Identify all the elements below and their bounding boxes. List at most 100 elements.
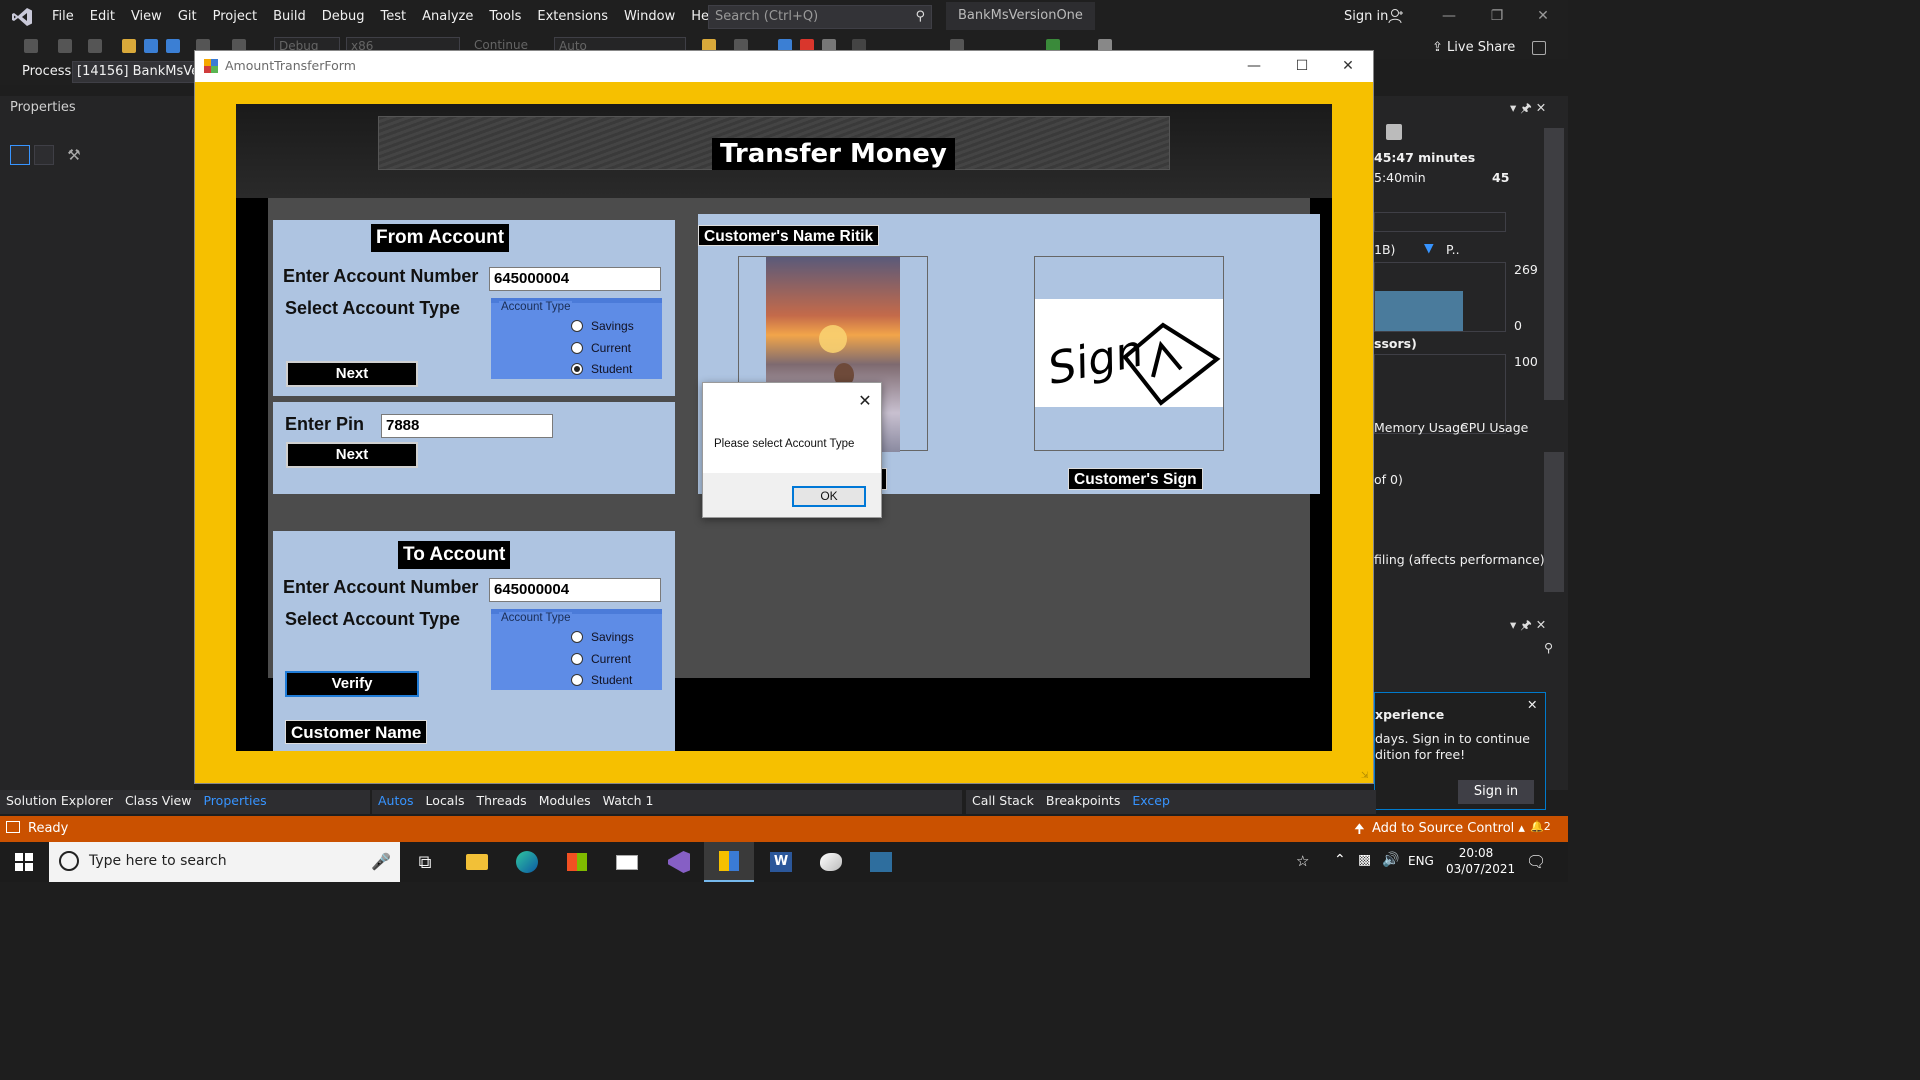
verify-button[interactable]: Verify — [285, 671, 419, 697]
tab-breakpoints[interactable]: Breakpoints — [1040, 790, 1126, 814]
clock[interactable]: 20:08 03/07/2021 — [1446, 845, 1515, 877]
menu-edit[interactable]: Edit — [82, 0, 123, 33]
from-account-number-input[interactable]: 645000004 — [489, 267, 661, 291]
pane2-search-icon[interactable]: ⚲ — [1544, 640, 1553, 655]
to-radio-current[interactable]: Current — [571, 652, 631, 666]
settings-icon[interactable] — [1386, 124, 1402, 140]
word-icon[interactable]: W — [756, 842, 806, 882]
process-dropdown[interactable]: [14156] BankMsVersio — [72, 61, 196, 83]
volume-icon[interactable]: 🔊 — [1382, 852, 1399, 868]
diag-scrollbar[interactable] — [1544, 128, 1564, 400]
edge-browser-icon[interactable] — [502, 842, 552, 882]
msgbox-ok-button[interactable]: OK — [792, 486, 866, 507]
menu-test[interactable]: Test — [373, 0, 415, 33]
customer-name-value: Ritik — [839, 228, 874, 245]
live-share-button[interactable]: ⇪ Live Share — [1432, 40, 1515, 55]
tab-watch-1[interactable]: Watch 1 — [597, 790, 660, 814]
notif-signin-button[interactable]: Sign in — [1458, 780, 1534, 804]
form-maximize-button[interactable]: ☐ — [1279, 51, 1325, 82]
menu-build[interactable]: Build — [265, 0, 314, 33]
pane-dropdown-icon[interactable]: ▾ 🖈 ✕ — [1510, 99, 1546, 120]
menu-view[interactable]: View — [123, 0, 170, 33]
to-account-title: To Account — [398, 541, 511, 569]
menu-project[interactable]: Project — [205, 0, 265, 33]
menu-file[interactable]: File — [44, 0, 82, 33]
notif-close-icon[interactable]: ✕ — [1527, 697, 1537, 712]
vs-search-input[interactable]: Search (Ctrl+Q) ⚲ — [708, 5, 932, 29]
from-radio-current[interactable]: Current — [571, 341, 631, 355]
to-account-number-input[interactable]: 645000004 — [489, 578, 661, 602]
people-icon[interactable]: ☆ — [1296, 852, 1309, 870]
radio-circle-icon — [571, 320, 583, 332]
diag-scrollbar-2[interactable] — [1544, 452, 1564, 592]
form-close-button[interactable]: ✕ — [1325, 51, 1371, 82]
tab-call-stack[interactable]: Call Stack — [966, 790, 1040, 814]
network-icon[interactable]: ▩ — [1358, 852, 1371, 868]
microphone-icon[interactable]: 🎤 — [371, 852, 391, 871]
tab-autos[interactable]: Autos — [372, 790, 420, 814]
paint-icon[interactable] — [806, 842, 856, 882]
back-icon[interactable] — [24, 39, 38, 53]
tab-threads[interactable]: Threads — [470, 790, 532, 814]
resize-grip-icon[interactable]: ⇲ — [1361, 771, 1371, 781]
menu-git[interactable]: Git — [170, 0, 205, 33]
vs-minimize-button[interactable]: — — [1426, 0, 1472, 33]
profiling-option[interactable]: filing (affects performance) — [1374, 552, 1545, 567]
forward-icon[interactable] — [58, 39, 72, 53]
vs-restore-button[interactable]: ❐ — [1474, 0, 1520, 33]
microsoft-store-icon[interactable] — [552, 842, 602, 882]
action-center-icon[interactable]: 🗨 — [1526, 852, 1546, 871]
from-next-button[interactable]: Next — [286, 361, 418, 387]
properties-pane — [0, 96, 194, 790]
mail-icon[interactable] — [602, 842, 652, 882]
pin-next-button[interactable]: Next — [286, 442, 418, 468]
account-icon[interactable] — [1388, 8, 1404, 24]
live-share-label: Live Share — [1447, 40, 1516, 55]
pane2-controls-icon[interactable]: ▾ 🖈 ✕ — [1510, 616, 1546, 637]
from-radio-savings[interactable]: Savings — [571, 319, 634, 333]
vs-close-button[interactable]: ✕ — [1520, 0, 1566, 33]
taskbar-search-input[interactable]: Type here to search 🎤 — [49, 842, 400, 882]
tab-cpu-usage[interactable]: CPU Usage — [1460, 420, 1528, 435]
wrench-icon[interactable]: ⚒ — [64, 145, 84, 165]
menu-extensions[interactable]: Extensions — [529, 0, 616, 33]
arrow-up-icon: 🠉 — [1354, 822, 1365, 837]
new-project-icon[interactable] — [88, 39, 102, 53]
alphabetical-icon[interactable] — [34, 145, 54, 165]
tab-properties[interactable]: Properties — [197, 790, 272, 814]
save-icon[interactable] — [144, 39, 158, 53]
menu-analyze[interactable]: Analyze — [414, 0, 481, 33]
menu-window[interactable]: Window — [616, 0, 683, 33]
sql-server-icon[interactable] — [856, 842, 906, 882]
tab-memory-usage[interactable]: Memory Usage — [1374, 420, 1468, 435]
feedback-icon[interactable] — [1532, 41, 1546, 55]
categorized-icon[interactable] — [10, 145, 30, 165]
to-radio-student[interactable]: Student — [571, 673, 632, 687]
to-radio-savings[interactable]: Savings — [571, 630, 634, 644]
add-to-source-control[interactable]: Add to Source Control ▴ — [1372, 821, 1525, 836]
open-folder-icon[interactable] — [122, 39, 136, 53]
vs-signin-link[interactable]: Sign in — [1344, 0, 1388, 33]
task-view-icon[interactable]: ⧉ — [400, 842, 450, 882]
winforms-app-taskbar-icon[interactable] — [704, 842, 754, 882]
form-minimize-button[interactable]: — — [1231, 51, 1277, 82]
menu-tools[interactable]: Tools — [481, 0, 529, 33]
tab-locals[interactable]: Locals — [420, 790, 471, 814]
visual-studio-taskbar-icon[interactable] — [654, 842, 704, 882]
save-all-icon[interactable] — [166, 39, 180, 53]
from-radio-student[interactable]: Student — [571, 362, 632, 376]
tab-modules[interactable]: Modules — [533, 790, 597, 814]
menu-debug[interactable]: Debug — [314, 0, 373, 33]
tray-chevron-icon[interactable]: ⌃ — [1334, 852, 1346, 868]
pin-input[interactable]: 7888 — [381, 414, 553, 438]
tab-exception-settings[interactable]: Excep — [1126, 790, 1176, 814]
windows-start-icon[interactable] — [0, 842, 48, 882]
timeline-track[interactable] — [1374, 212, 1506, 232]
input-language[interactable]: ENG — [1408, 854, 1434, 868]
msgbox-close-icon[interactable]: ✕ — [853, 389, 877, 413]
tab-solution-explorer[interactable]: Solution Explorer — [0, 790, 119, 814]
tab-class-view[interactable]: Class View — [119, 790, 198, 814]
form-titlebar[interactable]: AmountTransferForm — ☐ ✕ — [195, 51, 1373, 82]
notifications-icon[interactable]: 🔔2 — [1530, 820, 1551, 833]
file-explorer-icon[interactable] — [452, 842, 502, 882]
